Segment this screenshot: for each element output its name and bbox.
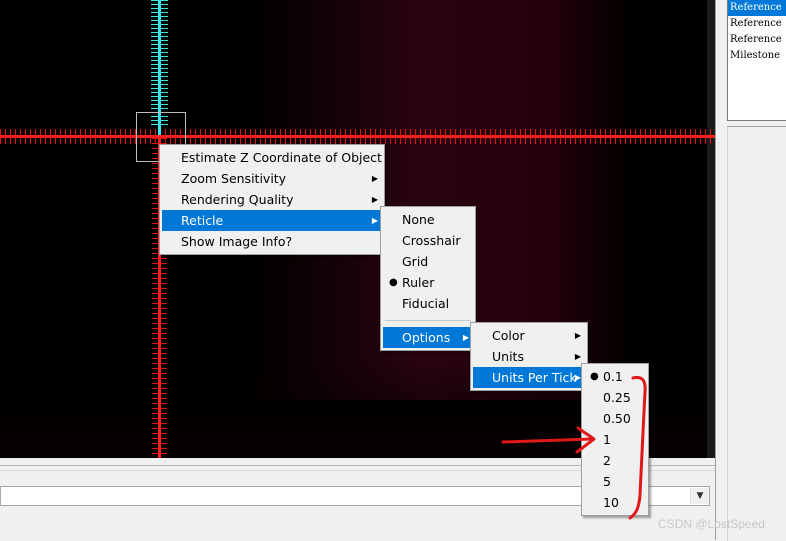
menu-item-tick-value[interactable]: 1 xyxy=(584,429,646,450)
reference-list-item[interactable]: Reference xyxy=(728,32,786,48)
menu-item-reticle-fiducial[interactable]: Fiducial xyxy=(383,293,473,314)
menu-item-tick-value[interactable]: 0.50 xyxy=(584,408,646,429)
menu-item-reticle[interactable]: Reticle ▶ xyxy=(162,210,382,231)
menu-item-tick-value[interactable]: 5 xyxy=(584,471,646,492)
menu-item-zoom-sensitivity[interactable]: Zoom Sensitivity ▶ xyxy=(162,168,382,189)
menu-item-reticle-ruler[interactable]: ● Ruler xyxy=(383,272,473,293)
menu-item-label: Fiducial xyxy=(402,296,450,311)
menu-item-label: Units Per Tick xyxy=(492,370,577,385)
menu-item-reticle-none[interactable]: None xyxy=(383,209,473,230)
context-menu: Estimate Z Coordinate of Object Zoom Sen… xyxy=(159,144,385,255)
chevron-down-icon[interactable]: ▼ xyxy=(690,488,709,504)
menu-item-label: Ruler xyxy=(402,275,435,290)
menu-item-label: Units xyxy=(492,349,524,364)
menu-item-label: 1 xyxy=(603,432,611,447)
menu-item-label: None xyxy=(402,212,435,227)
reference-list-item[interactable]: Milestone xyxy=(728,48,786,64)
submenu-arrow-icon: ▶ xyxy=(462,333,469,342)
menu-item-reticle-grid[interactable]: Grid xyxy=(383,251,473,272)
menu-item-tick-value[interactable]: 10 xyxy=(584,492,646,513)
menu-item-rendering-quality[interactable]: Rendering Quality ▶ xyxy=(162,189,382,210)
menu-separator xyxy=(385,320,471,321)
menu-item-label: 0.50 xyxy=(603,411,631,426)
menu-item-show-image-info[interactable]: Show Image Info? xyxy=(162,231,382,252)
menu-item-tick-value[interactable]: 0.25 xyxy=(584,387,646,408)
reference-list-item[interactable]: Reference xyxy=(728,16,786,32)
options-submenu: Color ▶ Units ▶ Units Per Tick ▶ xyxy=(470,322,588,391)
menu-item-tick-value[interactable]: ● 0.1 xyxy=(584,366,646,387)
reference-list[interactable]: Reference Reference Reference Milestone xyxy=(727,0,786,121)
submenu-arrow-icon: ▶ xyxy=(574,331,581,340)
menu-item-label: Grid xyxy=(402,254,429,269)
radio-bullet-icon: ● xyxy=(590,371,599,382)
menu-item-label: Estimate Z Coordinate of Object xyxy=(181,150,382,165)
reticle-submenu: None Crosshair Grid ● Ruler Fiducial Opt… xyxy=(380,206,476,351)
menu-item-estimate-z[interactable]: Estimate Z Coordinate of Object xyxy=(162,147,382,168)
menu-item-label: 5 xyxy=(603,474,611,489)
units-per-tick-submenu: ● 0.1 0.25 0.50 1 2 5 10 xyxy=(581,363,649,516)
watermark: CSDN @LostSpeed xyxy=(658,517,765,531)
menu-item-label: Reticle xyxy=(181,213,224,228)
menu-item-label: Show Image Info? xyxy=(181,234,293,249)
menu-item-label: 0.25 xyxy=(603,390,631,405)
menu-item-label: Zoom Sensitivity xyxy=(181,171,287,186)
reference-list-item[interactable]: Reference xyxy=(728,0,786,16)
ruler-horizontal-line xyxy=(0,135,715,138)
right-lower-panel xyxy=(727,126,786,541)
submenu-arrow-icon: ▶ xyxy=(371,195,378,204)
submenu-arrow-icon: ▶ xyxy=(371,174,378,183)
menu-item-label: Options xyxy=(402,330,451,345)
menu-item-reticle-crosshair[interactable]: Crosshair xyxy=(383,230,473,251)
viewport-edge xyxy=(707,0,715,458)
menu-item-label: 0.1 xyxy=(603,369,623,384)
menu-item-label: Crosshair xyxy=(402,233,461,248)
menu-item-options[interactable]: Options ▶ xyxy=(383,327,473,348)
submenu-arrow-icon: ▶ xyxy=(371,216,378,225)
menu-item-units[interactable]: Units ▶ xyxy=(473,346,585,367)
radio-bullet-icon: ● xyxy=(389,277,398,288)
menu-item-label: 10 xyxy=(603,495,619,510)
menu-item-color[interactable]: Color ▶ xyxy=(473,325,585,346)
menu-item-label: Rendering Quality xyxy=(181,192,294,207)
menu-item-units-per-tick[interactable]: Units Per Tick ▶ xyxy=(473,367,585,388)
menu-item-tick-value[interactable]: 2 xyxy=(584,450,646,471)
menu-item-label: Color xyxy=(492,328,525,343)
menu-item-label: 2 xyxy=(603,453,611,468)
